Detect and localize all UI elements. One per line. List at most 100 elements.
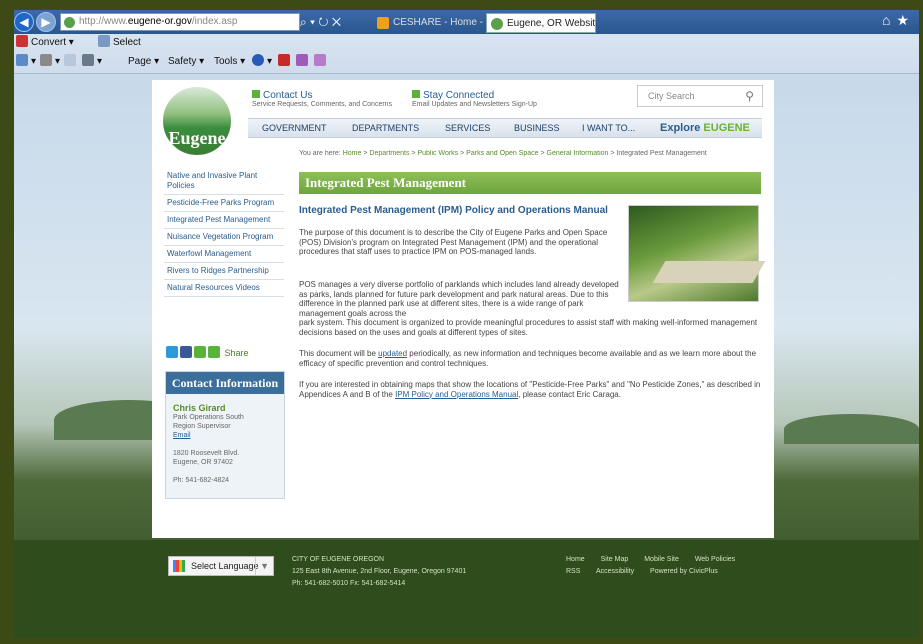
- contact-address-1: 1820 Roosevelt Blvd.: [173, 450, 240, 457]
- paragraph-maps: If you are interested in obtaining maps …: [299, 380, 761, 399]
- contact-us-icon: [252, 90, 260, 98]
- footer-address-block: CITY OF EUGENE OREGON 125 East 8th Avenu…: [292, 554, 466, 590]
- addon-n2-icon[interactable]: [314, 52, 329, 72]
- sidebar-item-videos[interactable]: Natural Resources Videos: [164, 280, 284, 297]
- breadcrumb-public-works[interactable]: Public Works: [417, 150, 458, 157]
- footer-link-civicplus[interactable]: Powered by CivicPlus: [650, 568, 718, 575]
- address-bar[interactable]: http://www.eugene-or.gov/index.asp: [60, 13, 300, 31]
- breadcrumb-departments[interactable]: Departments: [369, 150, 409, 157]
- explore-label: Explore: [660, 122, 701, 134]
- paragraph-portfolio-b: park system. This document is organized …: [299, 318, 758, 337]
- convert-icon: [16, 35, 28, 47]
- select-button[interactable]: Select: [98, 34, 141, 52]
- footer-link-policies[interactable]: Web Policies: [695, 556, 735, 563]
- back-icon[interactable]: ◀: [14, 12, 34, 32]
- contact-role-1: Park Operations South: [173, 414, 244, 421]
- footer-link-accessibility[interactable]: Accessibility: [596, 568, 634, 575]
- safety-menu[interactable]: Safety ▾: [168, 52, 204, 72]
- select-icon: [98, 35, 110, 47]
- forward-icon[interactable]: ▶: [36, 12, 56, 32]
- address-controls[interactable]: ⌕ ▾ ↻ ✕: [300, 13, 370, 31]
- contact-info-heading: Contact Information: [166, 372, 284, 394]
- breadcrumb-sep: >: [538, 150, 547, 157]
- paragraph-updates: This document will be updated periodical…: [299, 349, 761, 368]
- footer-phones: Ph: 541-682-5010 Fx: 541-682-5414: [292, 580, 406, 587]
- mail-icon[interactable]: [64, 52, 79, 72]
- tools-menu[interactable]: Tools ▾: [214, 52, 245, 72]
- breadcrumb-general[interactable]: General Information: [547, 150, 609, 157]
- sidebar-item-waterfowl[interactable]: Waterfowl Management: [164, 246, 284, 263]
- nav-departments[interactable]: DEPARTMENTS: [352, 119, 419, 138]
- stay-connected-icon: [412, 90, 420, 98]
- main-navigation: GOVERNMENT DEPARTMENTS SERVICES BUSINESS…: [248, 118, 762, 138]
- addon-n1-icon[interactable]: [296, 52, 311, 72]
- city-search-input[interactable]: City Search ⚲: [637, 85, 763, 107]
- paragraph-purpose: The purpose of this document is to descr…: [299, 228, 608, 256]
- contact-phone: Ph: 541-682-4824: [173, 477, 230, 484]
- ipm-manual-link[interactable]: IPM Policy and Operations Manual: [395, 390, 518, 399]
- footer-city: CITY OF EUGENE OREGON: [292, 556, 385, 563]
- sidebar-item-nuisance[interactable]: Nuisance Vegetation Program: [164, 229, 284, 246]
- breadcrumb-prefix: You are here:: [299, 150, 341, 157]
- contact-us-title: Contact Us: [263, 90, 313, 101]
- sidebar-item-ipm[interactable]: Integrated Pest Management: [164, 212, 284, 229]
- stay-connected-link[interactable]: Stay Connected Email Updates and Newslet…: [412, 90, 537, 108]
- park-path: [652, 261, 766, 283]
- updated-link[interactable]: updated: [378, 349, 407, 358]
- contact-email-link[interactable]: Email: [173, 432, 191, 439]
- breadcrumb-home[interactable]: Home: [343, 150, 362, 157]
- twitter-icon[interactable]: [166, 346, 178, 358]
- addon-k-icon[interactable]: [278, 52, 293, 72]
- window-frame-right: [919, 0, 923, 644]
- chevron-down-icon: ▼: [255, 557, 269, 575]
- nav-i-want-to[interactable]: I WANT TO...: [582, 119, 635, 138]
- feeds-icon[interactable]: ▾: [40, 52, 60, 72]
- sidebar-nav: Native and Invasive Plant Policies Pesti…: [164, 168, 284, 297]
- sidebar-item-rivers[interactable]: Rivers to Ridges Partnership: [164, 263, 284, 280]
- tab-eugene[interactable]: Eugene, OR Website... ×: [486, 13, 596, 33]
- convert-button[interactable]: Convert ▾: [16, 34, 74, 52]
- nav-services[interactable]: SERVICES: [445, 119, 490, 138]
- command-bar-1: Convert ▾ Select: [14, 34, 919, 52]
- add-share-icon[interactable]: [208, 346, 220, 358]
- paragraph-portfolio-a: POS manages a very diverse portfolio of …: [299, 280, 619, 318]
- park-photo: [628, 205, 766, 302]
- facebook-icon[interactable]: [180, 346, 192, 358]
- maps-text-post: , please contact Eric Caraga.: [518, 389, 621, 399]
- google-translate-icon: [173, 560, 185, 572]
- footer-link-sitemap[interactable]: Site Map: [601, 556, 629, 563]
- breadcrumb-parks[interactable]: Parks and Open Space: [466, 150, 538, 157]
- search-icon[interactable]: ⚲: [745, 86, 754, 106]
- tab-label: Eugene, OR Website... ×: [507, 18, 596, 29]
- nav-business[interactable]: BUSINESS: [514, 119, 560, 138]
- contact-address-2: Eugene, OR 97402: [173, 459, 233, 466]
- nav-explore-eugene[interactable]: Explore EUGENE: [660, 119, 750, 138]
- help-icon[interactable]: ▾: [252, 52, 272, 72]
- site-favicon-icon: [64, 17, 75, 28]
- nav-government[interactable]: GOVERNMENT: [262, 119, 327, 138]
- page-title: Integrated Pest Management: [299, 172, 761, 194]
- footer-link-mobile[interactable]: Mobile Site: [644, 556, 679, 563]
- stay-connected-sub: Email Updates and Newsletters Sign-Up: [412, 101, 537, 108]
- window-frame-top: [0, 0, 923, 10]
- home-command-icon[interactable]: ▾: [16, 52, 36, 72]
- email-share-icon[interactable]: [194, 346, 206, 358]
- sidebar-item-native-plants[interactable]: Native and Invasive Plant Policies: [164, 168, 284, 195]
- home-favorites-icons[interactable]: ⌂★: [882, 12, 915, 29]
- footer-link-rss[interactable]: RSS: [566, 568, 580, 575]
- explore-city-label: EUGENE: [703, 122, 750, 134]
- eugene-logo[interactable]: Eugene: [161, 85, 233, 157]
- tab-ceshare[interactable]: CESHARE - Home - Cit...: [373, 13, 483, 33]
- sidebar-item-pesticide-free[interactable]: Pesticide-Free Parks Program: [164, 195, 284, 212]
- print-icon[interactable]: ▾: [82, 52, 102, 72]
- updates-text-pre: This document will be: [299, 349, 379, 358]
- command-bar-2: ▾ ▾ ▾ Page ▾ Safety ▾ Tools ▾ ▾: [14, 52, 919, 72]
- footer-link-home[interactable]: Home: [566, 556, 585, 563]
- url-domain: eugene-or.gov: [127, 16, 192, 27]
- contact-us-link[interactable]: Contact Us Service Requests, Comments, a…: [252, 90, 392, 108]
- site-footer: [14, 540, 919, 638]
- select-label: Select: [113, 37, 141, 48]
- select-language-dropdown[interactable]: Select Language ▼: [168, 556, 274, 576]
- page-menu[interactable]: Page ▾: [128, 52, 159, 72]
- share-label[interactable]: Share: [225, 348, 249, 358]
